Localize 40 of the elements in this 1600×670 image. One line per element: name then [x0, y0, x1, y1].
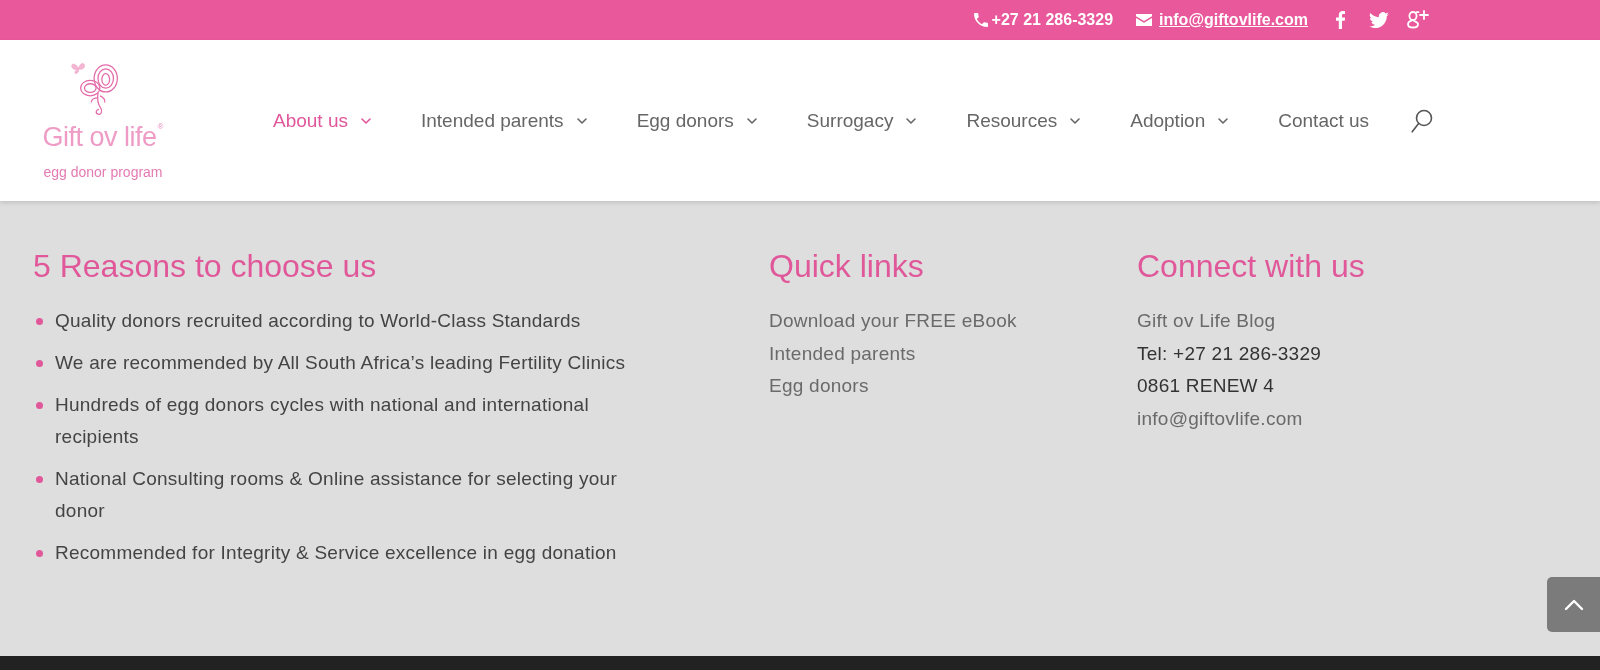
- contact-text: Tel: +27 21 286-3329: [1137, 341, 1322, 366]
- quick-link[interactable]: Download your FREE eBook: [769, 305, 1137, 338]
- logo-tagline: egg donor program: [43, 164, 163, 180]
- nav-link[interactable]: Egg donors: [636, 109, 757, 132]
- section-heading: Quick links: [769, 247, 925, 286]
- back-to-top-button[interactable]: [1547, 577, 1600, 632]
- bullet-icon: [36, 318, 43, 325]
- facebook-icon[interactable]: [1336, 11, 1345, 29]
- envelope-icon: [1136, 14, 1153, 26]
- reason-text: Recommended for Integrity & Service excellence in egg donation: [55, 541, 617, 565]
- google-plus-icon[interactable]: [1407, 10, 1429, 30]
- bullet-icon: [36, 402, 43, 409]
- bullet-icon: [36, 550, 43, 557]
- search-icon[interactable]: [1411, 108, 1434, 133]
- section-heading: 5 Reasons to choose us: [33, 247, 378, 286]
- section-heading: Connect with us: [1137, 247, 1366, 286]
- reason-text: We are recommended by All South Africa’s leading Fertility Clinics: [55, 351, 626, 375]
- contact-link[interactable]: info@giftovlife.com: [1137, 402, 1303, 435]
- registered-mark: ®: [157, 122, 164, 131]
- nav-link[interactable]: Adoption: [1130, 109, 1229, 132]
- nav-link[interactable]: Resources: [966, 109, 1081, 132]
- twitter-icon[interactable]: [1369, 12, 1389, 28]
- reason-text: Quality donors recruited according to World-Class Standards: [55, 309, 581, 333]
- nav-link[interactable]: Intended parents: [421, 109, 587, 132]
- quick-link[interactable]: Intended parents: [769, 337, 1137, 370]
- nav-link[interactable]: About us: [273, 109, 371, 132]
- email-link[interactable]: info@giftovlife.com: [1136, 11, 1308, 29]
- reason-text: National Consulting rooms & Online assistance for selecting your donor: [55, 467, 618, 523]
- bullet-icon: [36, 476, 43, 483]
- reason-text: Hundreds of egg donors cycles with national and international recipients: [55, 393, 590, 449]
- logo-name: Gift ov life: [42, 122, 157, 152]
- nav-link[interactable]: Contact us: [1278, 109, 1370, 132]
- nav-link[interactable]: Surrogacy: [806, 109, 917, 132]
- quick-link[interactable]: Egg donors: [769, 370, 1137, 403]
- bullet-icon: [36, 360, 43, 367]
- chevron-up-icon: [1563, 598, 1584, 611]
- contact-text: 0861 RENEW 4: [1137, 374, 1275, 398]
- phone-link[interactable]: +27 21 286-3329: [973, 11, 1114, 29]
- contact-link[interactable]: Gift ov Life Blog: [1137, 305, 1276, 338]
- phone-icon: [973, 13, 988, 27]
